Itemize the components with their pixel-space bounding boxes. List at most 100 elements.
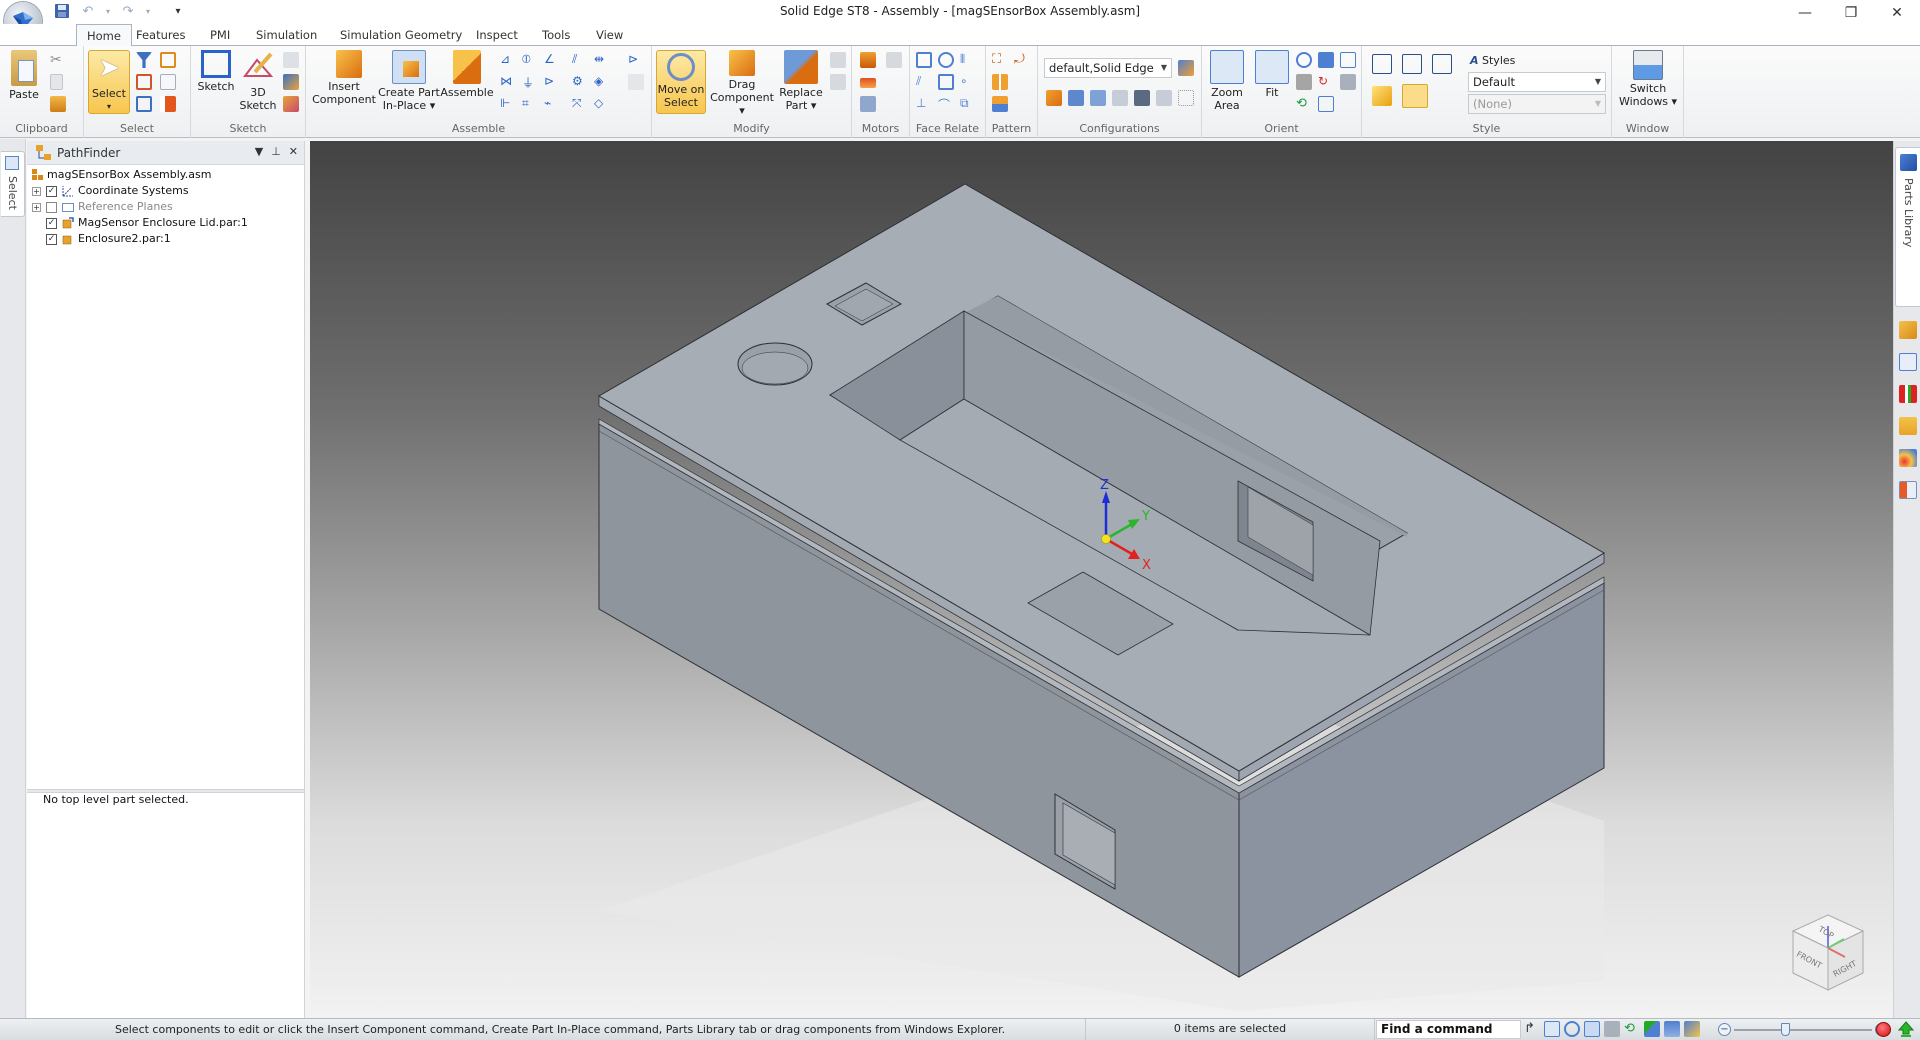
replace-with-copy-icon[interactable] <box>830 52 846 68</box>
coplanar-icon[interactable] <box>916 52 932 68</box>
simulate-motor-icon[interactable] <box>860 96 876 112</box>
visible-edges-icon[interactable] <box>1432 54 1452 74</box>
layers-icon[interactable] <box>1899 353 1917 371</box>
visibility-checkbox[interactable]: ✓ <box>46 218 57 229</box>
offset-icon[interactable] <box>938 74 954 90</box>
symmetric-icon[interactable]: ⫴ <box>960 52 976 68</box>
create-part-in-place-button[interactable]: Create Part In-Place ▾ <box>378 50 440 112</box>
query-icon[interactable] <box>1899 417 1917 435</box>
tab-simulation-geometry[interactable]: Simulation Geometry <box>330 24 472 46</box>
model-canvas[interactable]: Z Y X TOP FRONT RIGHT <box>310 141 1893 1018</box>
close-button[interactable]: ✕ <box>1874 0 1920 26</box>
rigid-icon[interactable]: ⧉ <box>960 96 976 112</box>
3d-viewport[interactable]: Z Y X TOP FRONT RIGHT <box>310 141 1893 1018</box>
planar-align-icon[interactable]: ⦶ <box>522 52 538 68</box>
switch-windows-button[interactable]: Switch Windows ▾ <box>1616 50 1680 108</box>
record-icon[interactable] <box>1876 1022 1891 1037</box>
view-orientation-icon[interactable] <box>1644 1021 1660 1037</box>
spin-about-icon[interactable] <box>1340 74 1356 90</box>
wireframe-icon[interactable] <box>1372 54 1392 74</box>
copy-icon[interactable] <box>50 74 63 90</box>
zoom-slider-thumb[interactable] <box>1781 1023 1791 1036</box>
insert-relationship-icon[interactable]: ⏚ <box>522 74 538 90</box>
selection-filter-icon[interactable] <box>136 52 152 68</box>
tree-item-coordinate-systems[interactable]: + ✓ Coordinate Systems <box>27 183 304 199</box>
save-configuration-icon[interactable] <box>1178 60 1194 76</box>
face-style-select[interactable]: (None) ▼ <box>1468 94 1606 114</box>
pan-icon[interactable] <box>1604 1021 1620 1037</box>
parts-library-tab[interactable]: Parts Library <box>1895 147 1920 307</box>
select-parts-icon[interactable] <box>160 52 176 68</box>
linear-motor-icon[interactable] <box>860 78 876 88</box>
select-tools-tab[interactable]: Select <box>1 151 25 217</box>
properties-icon[interactable] <box>1899 481 1917 499</box>
tree-item-assembly[interactable]: magSEnsorBox Assembly.asm <box>27 167 304 183</box>
close-icon[interactable]: ✕ <box>289 145 298 158</box>
pattern-icon[interactable]: ⛶ <box>992 52 1008 68</box>
aligned-holes-icon[interactable]: ∘ <box>960 74 976 90</box>
fit-icon[interactable] <box>1584 1021 1600 1037</box>
cut-icon[interactable]: ✂ <box>50 52 66 68</box>
visibility-checkbox[interactable]: ✓ <box>46 186 57 197</box>
select-box-icon[interactable] <box>136 74 152 90</box>
motor-settings-icon[interactable] <box>886 52 902 68</box>
move-on-select-button[interactable]: Move on Select <box>656 50 706 114</box>
match-coordinate-icon[interactable]: ⌗ <box>522 96 538 112</box>
restore-button[interactable]: ❐ <box>1828 0 1874 26</box>
path-icon[interactable]: ◇ <box>594 96 610 112</box>
tab-features[interactable]: Features <box>126 24 195 46</box>
connect-icon[interactable]: ⊳ <box>544 74 560 90</box>
assembly-explorer-icon[interactable] <box>1899 321 1917 339</box>
transfer-icon[interactable] <box>830 74 846 90</box>
replace-part-button[interactable]: Replace Part ▾ <box>776 50 826 112</box>
zoom-out-icon[interactable]: − <box>1718 1023 1731 1036</box>
view-style-icon[interactable] <box>1684 1021 1700 1037</box>
zoom-area-icon[interactable] <box>1544 1021 1560 1037</box>
edit-sketch-icon[interactable] <box>283 96 299 112</box>
select-button[interactable]: ➤ Select ▾ <box>88 50 130 114</box>
fit-button[interactable]: Fit <box>1252 50 1292 99</box>
shaded-icon[interactable] <box>1372 86 1392 106</box>
mirror-component-icon[interactable] <box>992 74 1008 90</box>
sensors-icon[interactable] <box>1899 385 1917 403</box>
view-orientation-icon[interactable] <box>1318 52 1334 68</box>
shaded-visible-edges-icon[interactable] <box>1402 84 1428 108</box>
display-configurations-icon[interactable] <box>1046 90 1062 106</box>
view-cube[interactable]: TOP FRONT RIGHT <box>1791 914 1865 991</box>
drag-component-button[interactable]: Drag Component ▾ <box>710 50 774 117</box>
tab-inspect[interactable]: Inspect <box>466 24 528 46</box>
insert-component-button[interactable]: Insert Component <box>312 50 376 106</box>
visible-hidden-edges-icon[interactable] <box>1402 54 1422 74</box>
sketch-view-icon[interactable] <box>1318 96 1334 112</box>
configuration-select[interactable]: default,Solid Edge ▼ <box>1044 58 1172 78</box>
find-command-input[interactable]: Find a command <box>1376 1020 1521 1039</box>
pin-icon[interactable]: ⊥ <box>271 145 281 158</box>
motor-icon[interactable] <box>860 52 876 68</box>
parallel-face-icon[interactable]: ⫽ <box>916 74 932 90</box>
pmi-view-icon[interactable] <box>1156 90 1172 106</box>
tree-item-enclosure-part[interactable]: ✓ Enclosure2.par:1 <box>27 231 304 247</box>
concentric-icon[interactable] <box>938 52 954 68</box>
copy-sketch-icon[interactable] <box>283 52 299 68</box>
previous-view-icon[interactable] <box>1340 52 1356 68</box>
pathfinder-menu-icon[interactable]: ▼ <box>255 145 263 158</box>
3d-sketch-button[interactable]: 3D Sketch <box>239 50 277 112</box>
styles-button[interactable]: A Styles <box>1470 54 1515 67</box>
zoom-icon[interactable] <box>1296 52 1312 68</box>
assemble-button[interactable]: Assemble <box>440 50 494 99</box>
rigid-set-icon[interactable]: ⤧ <box>572 96 588 112</box>
visibility-checkbox[interactable] <box>46 202 57 213</box>
perpendicular-icon[interactable]: ⊥ <box>916 96 932 112</box>
angle-icon[interactable]: ∠ <box>544 52 560 68</box>
cam-icon[interactable]: ◈ <box>594 74 610 90</box>
camera-icon[interactable] <box>1134 90 1150 106</box>
refresh-icon[interactable]: ⟲ <box>1296 96 1312 112</box>
tree-item-reference-planes[interactable]: + Reference Planes <box>27 199 304 215</box>
paste-special-icon[interactable] <box>50 96 66 112</box>
zoom-slider[interactable]: − + <box>1718 1023 1888 1037</box>
zoom-area-button[interactable]: Zoom Area <box>1206 50 1248 112</box>
parallel-icon[interactable]: ⫽ <box>572 52 588 68</box>
tab-view[interactable]: View <box>586 24 633 46</box>
tab-pmi[interactable]: PMI <box>200 24 240 46</box>
relation-assistant-icon[interactable] <box>628 74 644 90</box>
